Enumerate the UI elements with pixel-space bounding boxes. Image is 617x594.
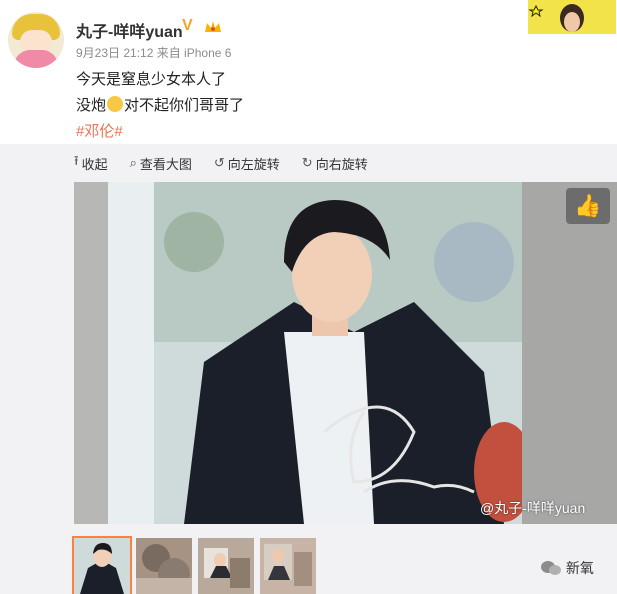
post-line-2: 没炮 对不起你们哥哥了 — [76, 94, 244, 115]
verified-badge-icon: V — [182, 17, 193, 34]
post-meta: 9月23日 21:12 来自 iPhone 6 — [76, 46, 232, 60]
rotate-left-button[interactable]: ↺ 向左旋转 — [214, 154, 280, 173]
photo-watermark: @丸子-咩咩yuan — [480, 500, 586, 516]
thumbnail-2[interactable] — [136, 538, 192, 594]
wechat-account-name: 新氧 — [565, 560, 594, 576]
thumbnail-3[interactable] — [198, 538, 254, 594]
crown-icon — [205, 21, 221, 32]
username-link[interactable]: 丸子-咩咩yuan — [76, 18, 183, 42]
rotate-right-icon: ↻ — [301, 155, 313, 170]
wechat-icon — [541, 561, 561, 575]
image-toolbar: ⭱ 收起 ⌕ 查看大图 ↺ 向左旋转 ↻ 向右旋转 — [74, 150, 390, 176]
collapse-button[interactable]: ⭱ 收起 — [74, 152, 108, 174]
view-large-label: 查看大图 — [139, 156, 192, 172]
photo-card — [154, 182, 534, 524]
rotate-right-button[interactable]: ↻ 向右旋转 — [302, 154, 368, 173]
main-photo[interactable] — [74, 182, 617, 524]
view-large-button[interactable]: ⌕ 查看大图 — [130, 154, 192, 173]
thumbs-up-icon: 👍 — [574, 193, 602, 218]
thumbnail-4[interactable] — [260, 538, 316, 594]
like-button[interactable]: 👍 — [566, 188, 610, 224]
grimace-emoji-icon — [107, 96, 124, 112]
post-line-2-end: 对不起你们哥哥了 — [124, 97, 245, 114]
hashtag-link[interactable]: #邓伦# — [76, 120, 123, 141]
search-icon: ⌕ — [129, 155, 137, 170]
corner-avatar[interactable] — [528, 0, 616, 34]
rotate-left-label: 向左旋转 — [227, 156, 280, 172]
post-line-2-start: 没炮 — [76, 97, 107, 114]
rotate-right-label: 向右旋转 — [315, 156, 368, 172]
collapse-label: 收起 — [81, 156, 108, 172]
user-avatar[interactable] — [8, 12, 64, 68]
wechat-watermark: 新氧 — [540, 558, 594, 578]
thumbnail-1[interactable] — [72, 536, 132, 594]
post-line-1: 今天是窒息少女本人了 — [76, 71, 227, 88]
arrow-up-icon: ⭱ — [74, 153, 79, 168]
rotate-left-icon: ↺ — [213, 155, 225, 170]
